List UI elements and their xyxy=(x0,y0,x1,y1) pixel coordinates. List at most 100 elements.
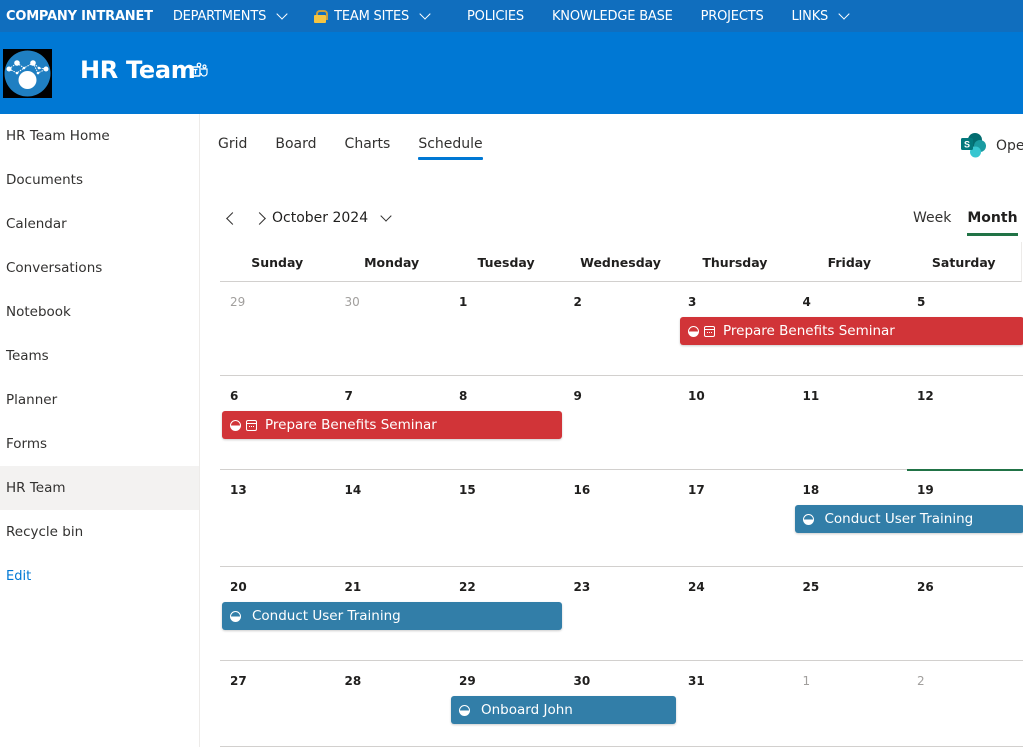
event-title: Conduct User Training xyxy=(252,608,401,624)
calendar-weeks: 29 30 1 2 3 4 5 Prepare Benefits Seminar 6 7 8 9 10 1… xyxy=(220,282,1023,747)
calendar-day-cell[interactable]: 26 xyxy=(907,567,1022,660)
site-title[interactable]: HR Team xyxy=(80,56,196,84)
intranet-brand-link[interactable]: COMPANY INTRANET xyxy=(0,9,153,24)
calendar-day-cell[interactable]: 28 xyxy=(335,661,450,746)
nav-policies[interactable]: POLICIES xyxy=(467,9,524,24)
day-number: 27 xyxy=(230,674,247,688)
nav-team-sites[interactable]: TEAM SITES xyxy=(314,7,431,24)
month-picker-chevron-icon[interactable] xyxy=(380,209,392,222)
lock-icon xyxy=(314,9,329,23)
current-month-label[interactable]: October 2024 xyxy=(272,210,368,226)
tab-board[interactable]: Board xyxy=(275,136,316,160)
calendar-day-cell[interactable]: 1 xyxy=(449,282,564,375)
sidebar-item-teams[interactable]: Teams xyxy=(0,334,199,378)
nav-departments[interactable]: DEPARTMENTS xyxy=(172,7,288,24)
day-number: 9 xyxy=(573,389,582,403)
tab-schedule[interactable]: Schedule xyxy=(418,136,484,160)
sidebar-item-notebook[interactable]: Notebook xyxy=(0,290,199,334)
calendar-day-cell[interactable]: 25 xyxy=(793,567,908,660)
open-in-sharepoint-button[interactable]: S Open xyxy=(960,132,1023,160)
sidebar-item-label: Documents xyxy=(6,172,83,188)
day-number: 22 xyxy=(459,580,476,594)
calendar-day-cell[interactable]: 1 xyxy=(793,661,908,746)
nav-links[interactable]: LINKS xyxy=(792,7,850,24)
calendar-day-cell[interactable]: 2 xyxy=(907,661,1022,746)
day-number: 23 xyxy=(573,580,591,594)
calendar-week-row: 20 21 22 23 24 25 26 Conduct User Training xyxy=(220,567,1023,661)
view-month-button[interactable]: Month xyxy=(967,210,1018,236)
nav-projects-label: PROJECTS xyxy=(700,8,764,24)
sidebar-item-calendar[interactable]: Calendar xyxy=(0,202,199,246)
sidebar-item-planner[interactable]: Planner xyxy=(0,378,199,422)
calendar-day-cell[interactable]: 2 xyxy=(564,282,679,375)
calendar-day-cell[interactable]: 11 xyxy=(793,376,908,469)
tab-charts[interactable]: Charts xyxy=(345,136,391,160)
day-number: 2 xyxy=(917,674,925,688)
sidebar-item-hr-team[interactable]: HR Team xyxy=(0,466,199,510)
calendar-day-cell[interactable]: 23 xyxy=(564,567,679,660)
sidebar-item-label: Conversations xyxy=(6,260,103,276)
calendar-day-cell[interactable]: 29 xyxy=(220,282,335,375)
day-number: 4 xyxy=(802,295,811,309)
day-number: 2 xyxy=(573,295,582,309)
next-month-button[interactable] xyxy=(253,211,266,225)
day-number: 6 xyxy=(230,389,239,403)
tab-grid[interactable]: Grid xyxy=(218,136,247,160)
weekday-thursday: Thursday xyxy=(702,255,768,270)
teams-icon[interactable] xyxy=(190,62,208,80)
calendar-week-row: 27 28 29 30 31 1 2 Onboard John xyxy=(220,661,1023,747)
sidebar-edit-link[interactable]: Edit xyxy=(0,554,199,598)
sidebar-item-label: Planner xyxy=(6,392,58,408)
calendar-day-cell[interactable]: 31 xyxy=(678,661,793,746)
sidebar-item-conversations[interactable]: Conversations xyxy=(0,246,199,290)
event-title: Prepare Benefits Seminar xyxy=(723,323,895,339)
nav-knowledge-base[interactable]: KNOWLEDGE BASE xyxy=(552,9,673,24)
sidebar-item-label: Recycle bin xyxy=(6,524,84,540)
day-number: 25 xyxy=(802,580,820,594)
calendar-day-cell[interactable]: 27 xyxy=(220,661,335,746)
day-number: 11 xyxy=(802,389,820,403)
calendar-day-cell[interactable]: 24 xyxy=(678,567,793,660)
sidebar-item-label: Notebook xyxy=(6,304,71,320)
sidebar-item-documents[interactable]: Documents xyxy=(0,158,199,202)
day-number: 24 xyxy=(688,580,705,594)
calendar-event[interactable]: Prepare Benefits Seminar xyxy=(222,411,562,439)
sidebar-item-label: Teams xyxy=(6,348,49,364)
calendar-day-cell[interactable]: 16 xyxy=(564,470,679,566)
sidebar-item-label: Calendar xyxy=(6,216,67,232)
event-title: Conduct User Training xyxy=(824,511,974,527)
calendar-week-row: 29 30 1 2 3 4 5 Prepare Benefits Seminar xyxy=(220,282,1023,376)
day-number: 26 xyxy=(917,580,934,594)
weekday-header-row: Sunday Monday Tuesday Wednesday Thursday… xyxy=(220,242,1022,282)
calendar-day-cell[interactable]: 10 xyxy=(678,376,793,469)
calendar-day-cell[interactable]: 9 xyxy=(564,376,679,469)
nav-policies-label: POLICIES xyxy=(467,8,524,24)
calendar-event[interactable]: Onboard John xyxy=(451,696,676,724)
calendar-event[interactable]: Prepare Benefits Seminar xyxy=(680,317,1023,345)
calendar-day-cell[interactable]: 13 xyxy=(220,470,335,566)
day-number: 3 xyxy=(688,295,697,309)
sidebar-item-forms[interactable]: Forms xyxy=(0,422,199,466)
calendar-day-cell[interactable]: 12 xyxy=(907,376,1022,469)
top-navigation: COMPANY INTRANET DEPARTMENTS TEAM SITES … xyxy=(0,0,1023,32)
nav-departments-label: DEPARTMENTS xyxy=(172,8,267,24)
day-number: 19 xyxy=(917,483,934,497)
calendar-day-cell[interactable]: 15 xyxy=(449,470,564,566)
calendar-day-cell[interactable]: 17 xyxy=(678,470,793,566)
main-content: Grid Board Charts Schedule S Open Octobe… xyxy=(200,114,1023,747)
view-week-button[interactable]: Week xyxy=(913,210,951,236)
previous-month-button[interactable] xyxy=(226,211,239,225)
day-number: 28 xyxy=(344,674,362,688)
sidebar-item-recycle-bin[interactable]: Recycle bin xyxy=(0,510,199,554)
calendar-day-cell[interactable]: 14 xyxy=(335,470,450,566)
sidebar-item-label: Forms xyxy=(6,436,48,452)
calendar-icon xyxy=(246,419,257,431)
sidebar-item-hr-team-home[interactable]: HR Team Home xyxy=(0,114,199,158)
day-number: 1 xyxy=(802,674,811,688)
event-title: Prepare Benefits Seminar xyxy=(265,417,437,433)
site-logo[interactable] xyxy=(3,49,52,98)
calendar-day-cell[interactable]: 30 xyxy=(335,282,450,375)
nav-projects[interactable]: PROJECTS xyxy=(701,9,764,24)
calendar-event[interactable]: Conduct User Training xyxy=(794,505,1023,533)
calendar-event[interactable]: Conduct User Training xyxy=(222,602,562,630)
